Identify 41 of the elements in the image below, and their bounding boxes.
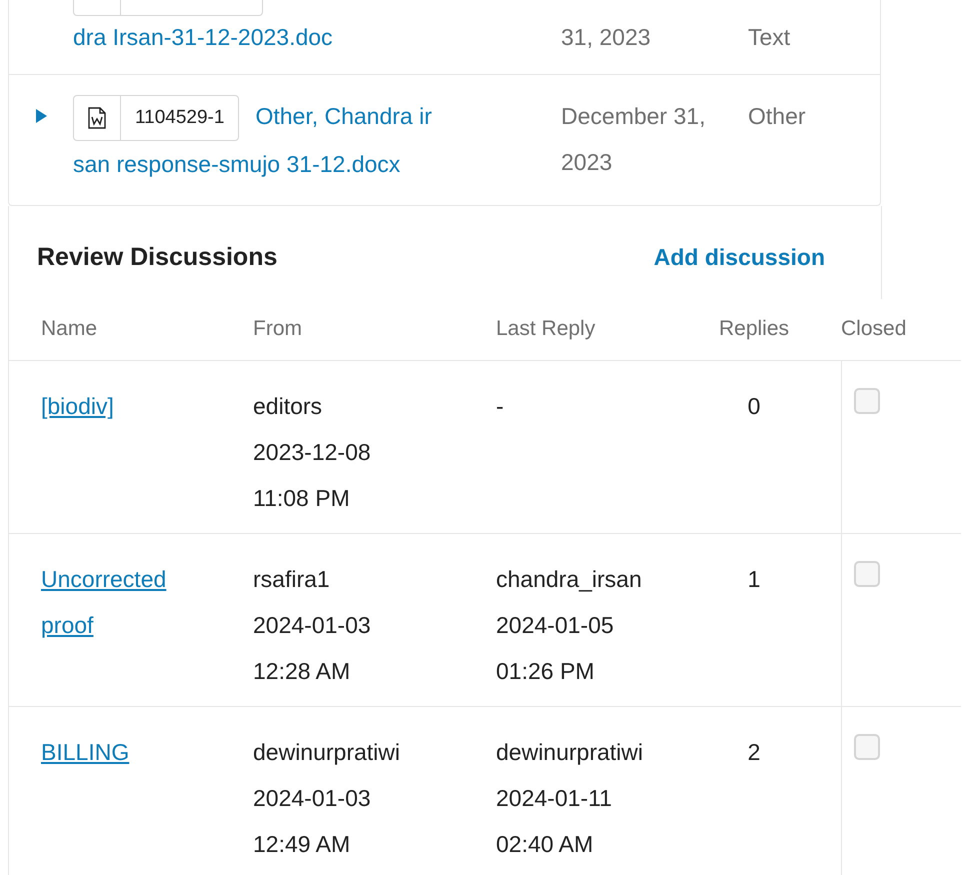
from-text: dewinurpratiwi (253, 738, 402, 767)
from-text: 2023-12-08 (253, 438, 372, 467)
closed-checkbox[interactable] (854, 734, 880, 760)
last-reply-text: 01:26 PM (496, 656, 596, 686)
file-link[interactable]: Other, Chandra ir (255, 103, 432, 129)
from-text: 2024-01-03 (253, 610, 372, 640)
column-header: Closed (841, 317, 906, 342)
file-link[interactable]: dra Irsan-31-12-2023.doc (73, 24, 333, 50)
from-text: 12:28 AM (253, 656, 352, 686)
file-date: 31, 2023 (561, 24, 651, 50)
last-reply-text: - (496, 392, 505, 421)
discussion-link[interactable]: [biodiv] (41, 382, 191, 429)
word-file-icon[interactable] (88, 106, 106, 129)
replies-count: 0 (748, 392, 760, 419)
closed-checkbox[interactable] (854, 560, 880, 587)
discussion-link[interactable]: BILLING (41, 728, 191, 775)
section-title: Review Discussions (37, 242, 278, 272)
column-header: Replies (718, 317, 790, 342)
column-header: From (253, 317, 302, 342)
from-text: rsafira1 (253, 564, 331, 594)
last-reply-text: 02:40 AM (496, 830, 594, 859)
from-text: editors (253, 392, 324, 421)
last-reply-text: 2024-01-05 (496, 610, 615, 640)
last-reply-text: dewinurpratiwi (496, 738, 644, 767)
last-reply-text: chandra_irsan (496, 564, 643, 594)
last-reply-text: 2024-01-11 (496, 784, 613, 813)
add-discussion-link[interactable]: Add discussion (654, 244, 825, 271)
file-link[interactable]: san response-smujo 31-12.docx (73, 140, 561, 187)
replies-count: 2 (748, 738, 760, 765)
from-text: 12:49 AM (253, 830, 352, 859)
file-date: December 31, 2023 (561, 103, 706, 175)
closed-checkbox[interactable] (854, 388, 880, 414)
expand-icon[interactable] (35, 109, 47, 123)
column-header: Last Reply (496, 317, 596, 342)
from-text: 2024-01-03 (253, 784, 372, 813)
replies-count: 1 (748, 566, 760, 592)
discussion-link[interactable]: Uncorrected proof (41, 556, 191, 648)
column-header: Name (41, 317, 98, 342)
file-type: Other (748, 103, 806, 129)
from-text: 11:08 PM (253, 484, 351, 513)
file-type: Text (748, 24, 790, 50)
